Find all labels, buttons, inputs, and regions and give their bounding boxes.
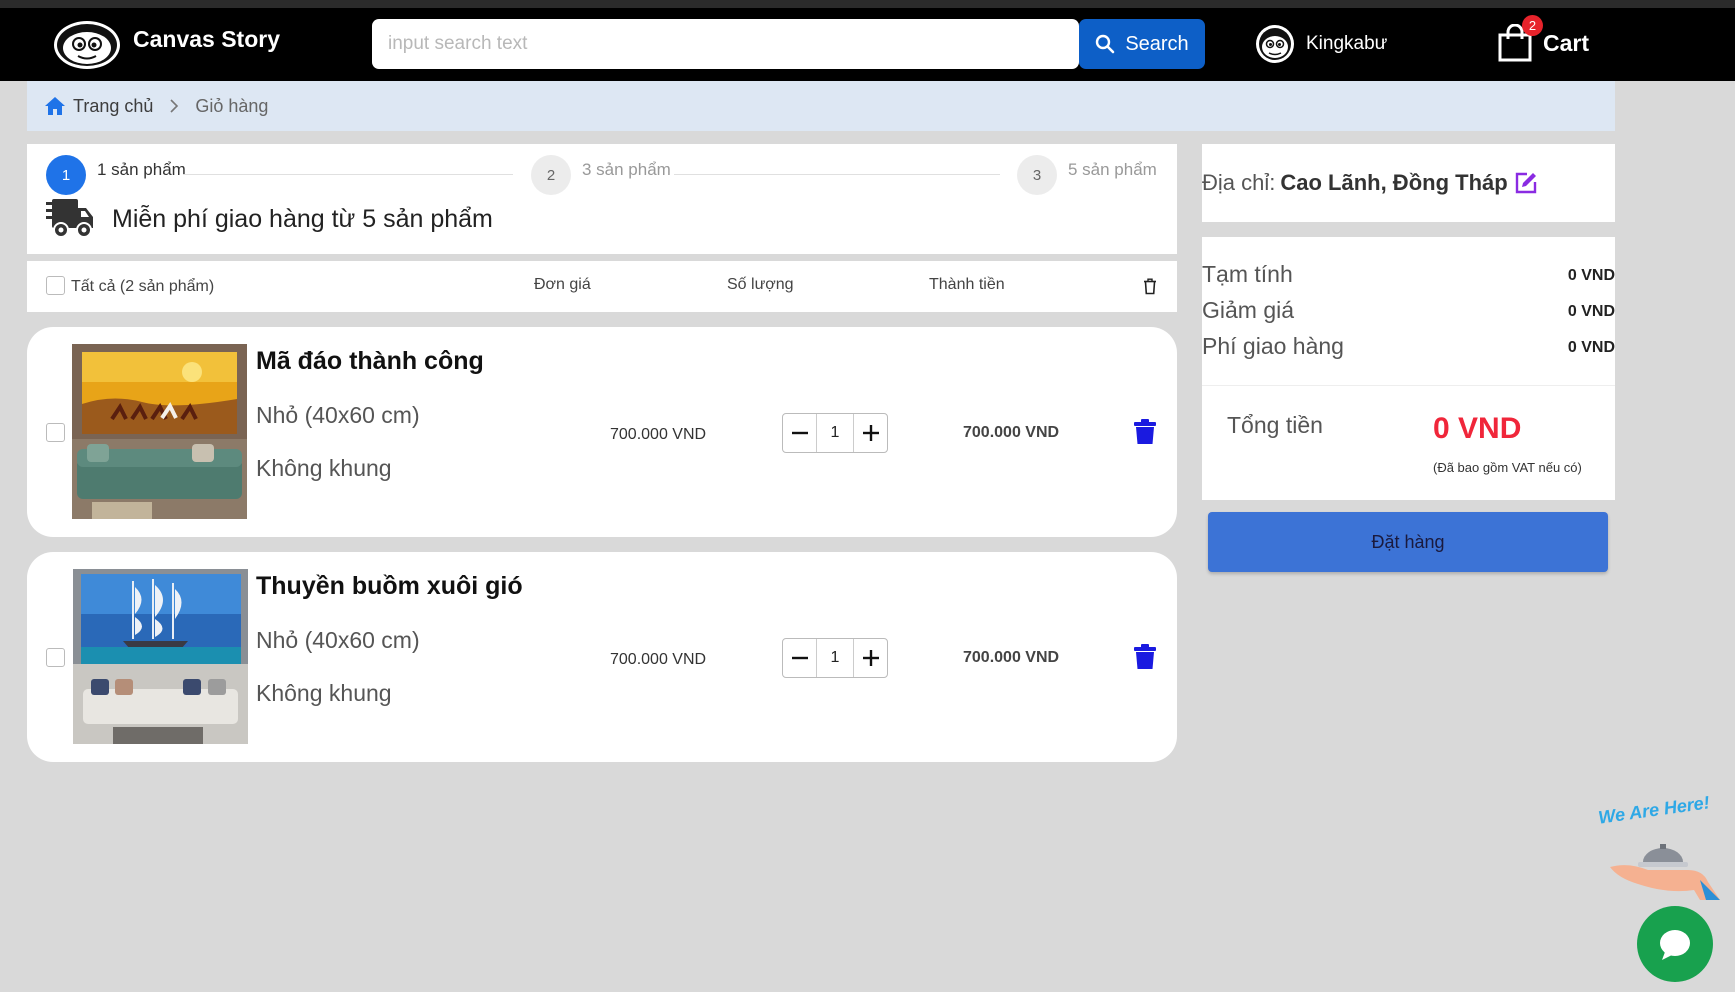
- address-label: Địa chỉ:: [1202, 170, 1276, 195]
- product-size: Nhỏ (40x60 cm): [256, 627, 420, 653]
- minus-icon: [791, 656, 808, 660]
- chat-bubble-icon: [1660, 930, 1690, 960]
- username: Kingkabư: [1306, 33, 1388, 54]
- step-connector: [674, 174, 1000, 175]
- subtotal-label: Tạm tính: [1202, 261, 1293, 287]
- chevron-right-icon: [170, 99, 179, 113]
- product-size: Nhỏ (40x60 cm): [256, 402, 420, 428]
- chat-button[interactable]: [1637, 906, 1713, 982]
- site-header: Canvas Story Search Kingkabư 2: [0, 8, 1735, 81]
- cart-table-header: Tất cả (2 sản phẩm) Đơn giá Số lượng Thà…: [27, 261, 1177, 312]
- cart-item: Mã đáo thành công Nhỏ (40x60 cm) Không k…: [27, 327, 1177, 537]
- increase-quantity-button[interactable]: [854, 639, 887, 677]
- vat-note: (Đã bao gồm VAT nếu có): [1433, 460, 1582, 475]
- search-button-label: Search: [1125, 32, 1189, 55]
- quantity-value[interactable]: 1: [816, 414, 854, 452]
- step-label: 3 sản phẩm: [582, 160, 671, 179]
- shipping-fee-label: Phí giao hàng: [1202, 333, 1344, 359]
- plus-icon: [862, 650, 879, 666]
- product-frame: Không khung: [256, 680, 392, 706]
- step-number: 1: [46, 155, 86, 195]
- item-checkbox[interactable]: [46, 648, 65, 667]
- subtotal-value: 0 VND: [1567, 267, 1615, 284]
- subtotal-row: Tạm tính 0 VND: [1202, 261, 1615, 288]
- column-total: Thành tiền: [929, 276, 1005, 293]
- unit-price: 700.000 VND: [610, 651, 707, 668]
- shipping-address: Địa chỉ: Cao Lãnh, Đồng Tháp: [1202, 144, 1615, 222]
- cart-button[interactable]: 2 Cart: [1497, 15, 1590, 62]
- product-thumbnail[interactable]: [72, 344, 247, 519]
- decrease-quantity-button[interactable]: [783, 414, 816, 452]
- grand-total-label: Tổng tiền: [1227, 412, 1323, 438]
- search-icon: [1096, 34, 1115, 54]
- order-summary: Tạm tính 0 VND Giảm giá 0 VND Phí giao h…: [1202, 237, 1615, 500]
- delete-all-trash-icon[interactable]: [1143, 278, 1157, 295]
- breadcrumb-home[interactable]: Trang chủ: [73, 96, 153, 117]
- free-shipping-progress: 1 1 sản phẩm 2 3 sản phẩm 3 5 sản phẩm M…: [27, 144, 1177, 254]
- service-bell-hand-icon[interactable]: [1608, 822, 1723, 902]
- shipping-fee-row: Phí giao hàng 0 VND: [1202, 333, 1615, 360]
- plus-icon: [862, 425, 879, 441]
- shipping-info: Miễn phí giao hàng từ 5 sản phẩm: [46, 199, 493, 239]
- product-name[interactable]: Mã đáo thành công: [256, 347, 484, 376]
- line-total: 700.000 VND: [963, 424, 1060, 441]
- minus-icon: [791, 431, 808, 435]
- grand-total-value: 0 VND: [1433, 412, 1522, 445]
- item-checkbox[interactable]: [46, 423, 65, 442]
- progress-step-1: 1 1 sản phẩm: [46, 155, 186, 195]
- breadcrumb-current: Giỏ hàng: [195, 95, 269, 116]
- step-connector: [183, 174, 513, 175]
- cart-item: Thuyền buồm xuôi gió Nhỏ (40x60 cm) Khôn…: [27, 552, 1177, 762]
- edit-icon[interactable]: [1514, 171, 1538, 195]
- line-total: 700.000 VND: [963, 649, 1060, 666]
- divider: [1202, 385, 1615, 386]
- column-unit-price: Đơn giá: [534, 276, 591, 293]
- decrease-quantity-button[interactable]: [783, 639, 816, 677]
- quantity-value[interactable]: 1: [816, 639, 854, 677]
- top-strip: [0, 0, 1735, 8]
- free-shipping-text: Miễn phí giao hàng từ 5 sản phẩm: [112, 204, 493, 233]
- increase-quantity-button[interactable]: [854, 414, 887, 452]
- user-menu[interactable]: Kingkabư: [1255, 24, 1387, 64]
- progress-step-3: 3 5 sản phẩm: [1017, 155, 1157, 195]
- step-number: 3: [1017, 155, 1057, 195]
- search-button[interactable]: Search: [1079, 19, 1205, 69]
- breadcrumb: Trang chủ Giỏ hàng: [27, 81, 1615, 131]
- logo-icon[interactable]: [52, 18, 122, 70]
- product-thumbnail[interactable]: [73, 569, 248, 744]
- cart-count-badge: 2: [1522, 15, 1543, 36]
- search-input[interactable]: [372, 19, 1079, 69]
- step-label: 1 sản phẩm: [97, 160, 186, 179]
- shipping-fee-value: 0 VND: [1567, 339, 1615, 356]
- address-value: Cao Lãnh, Đồng Tháp: [1280, 170, 1508, 195]
- quantity-stepper: 1: [782, 638, 888, 678]
- discount-row: Giảm giá 0 VND: [1202, 297, 1615, 324]
- trash-icon[interactable]: [1134, 644, 1156, 670]
- product-frame: Không khung: [256, 455, 392, 481]
- column-quantity: Số lượng: [727, 276, 794, 293]
- step-label: 5 sản phẩm: [1068, 160, 1157, 179]
- unit-price: 700.000 VND: [610, 426, 707, 443]
- select-all-checkbox[interactable]: [46, 276, 65, 295]
- cart-label: Cart: [1543, 29, 1590, 56]
- home-icon[interactable]: [44, 96, 66, 116]
- product-name[interactable]: Thuyền buồm xuôi gió: [256, 572, 523, 601]
- trash-icon[interactable]: [1134, 419, 1156, 445]
- quantity-stepper: 1: [782, 413, 888, 453]
- avatar: [1256, 25, 1294, 63]
- discount-label: Giảm giá: [1202, 297, 1295, 323]
- discount-value: 0 VND: [1567, 303, 1615, 320]
- select-all-label: Tất cả (2 sản phẩm): [71, 278, 215, 295]
- brand-name[interactable]: Canvas Story: [133, 26, 280, 53]
- place-order-button[interactable]: Đặt hàng: [1208, 512, 1608, 572]
- step-number: 2: [531, 155, 571, 195]
- progress-step-2: 2 3 sản phẩm: [531, 155, 671, 195]
- shopping-bag-icon: 2: [1497, 15, 1543, 62]
- delivery-truck-icon: [46, 199, 93, 238]
